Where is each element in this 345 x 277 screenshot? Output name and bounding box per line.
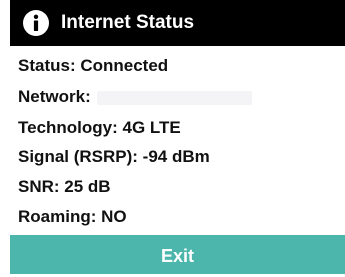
exit-button[interactable]: Exit xyxy=(10,235,345,274)
network-line: Network: xyxy=(18,86,252,108)
internet-status-dialog: Internet Status Status: Connected Networ… xyxy=(0,0,345,274)
roaming-line: Roaming: NO xyxy=(18,207,127,226)
info-icon xyxy=(23,10,49,36)
signal-line: Signal (RSRP): -94 dBm xyxy=(18,147,210,166)
dialog-title-bar: Internet Status xyxy=(10,0,345,46)
technology-line: Technology: 4G LTE xyxy=(18,118,181,137)
snr-line: SNR: 25 dB xyxy=(18,177,111,196)
status-details: Status: Connected Network: Technology: 4… xyxy=(10,46,345,235)
status-line: Status: Connected xyxy=(18,56,169,75)
network-label: Network: xyxy=(18,87,91,106)
network-name-redacted xyxy=(96,90,252,105)
dialog-title: Internet Status xyxy=(61,12,195,33)
